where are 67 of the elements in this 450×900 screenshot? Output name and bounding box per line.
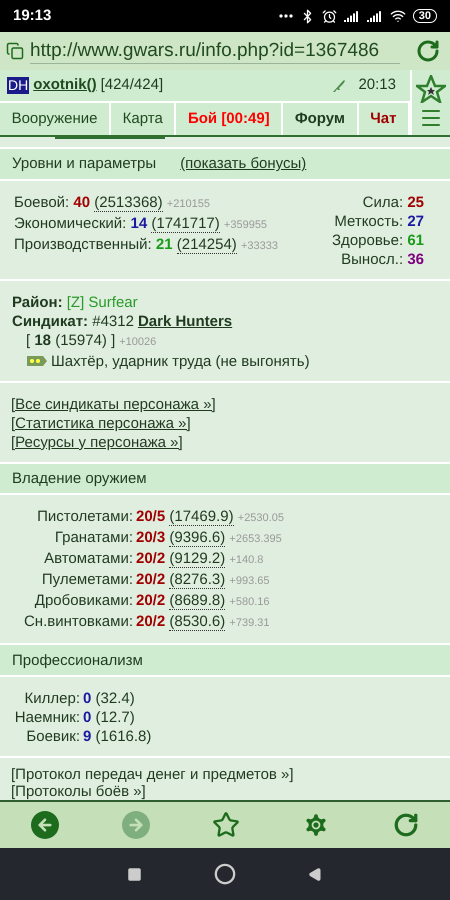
character-link[interactable]: [Статистика персонажа »] [11,414,191,433]
hp-text: [424/424] [100,75,164,96]
weapon-label: Пулеметами: [40,570,133,590]
level-row-text: Боевой: 40 (2513368) +210155 [14,192,211,214]
weapon-label: Пистолетами: [36,507,133,528]
rifle-icon [332,78,346,92]
back-nav-icon[interactable] [308,866,323,882]
weapon-label: Гранатами: [54,528,133,548]
weapon-label: Автоматами: [43,549,133,570]
recents-icon[interactable] [127,866,142,882]
weapon-value: 20/2 (9129.2) +140.8 [136,549,264,570]
nav-tab[interactable]: Чат [358,103,410,135]
signal-icon [344,10,360,22]
clan-logo: DH [7,77,30,94]
right-arrow-icon [126,816,145,834]
syndicate-link[interactable]: Dark Hunters [138,312,232,331]
stat-row: Здоровье: 61 [332,230,424,250]
profession-label: Киллер: [24,689,80,708]
character-link[interactable]: [Все синдикаты персонажа »] [11,394,216,414]
show-bonuses-link[interactable]: (показать бонусы) [180,154,306,174]
wifi-icon [390,8,406,24]
syndicate-gain: +10026 [119,334,156,350]
more-icon [278,14,293,18]
stat-row: Меткость: 27 [334,212,424,231]
rank-text: Шахтёр, ударник труда (не выгонять) [51,352,310,371]
tabs-icon[interactable] [6,42,24,60]
player-link[interactable]: oxotnik() [33,74,97,97]
rank-badge-icon [26,355,48,368]
star-button[interactable] [212,811,240,839]
weapon-value: 20/2 (8689.8) +580.16 [136,591,270,612]
profession-label: Боевик: [25,727,80,746]
back-button[interactable] [31,811,60,839]
nav-tab[interactable]: Форум [283,103,359,135]
syndicate-level: [ 18 (15974) ] [26,330,116,350]
reload-button[interactable] [392,812,419,838]
weapon-label: Сн.винтовками: [22,612,133,632]
battery-level: 30 [412,9,437,23]
weapon-value: 20/3 (9396.6) +2653.395 [136,528,283,550]
level-row: Производственный: 21 (214254) +33333 [14,234,278,256]
star-icon[interactable] [416,75,446,104]
weapon-label: Дробовиками: [34,591,133,612]
section-title: Уровни и параметры [12,154,156,174]
stat-row: Сила: 25 [362,192,424,212]
protocol-link[interactable]: [Протокол передач денег и предметов »] [11,766,294,784]
profession-value: 0 (32.4) [83,689,136,708]
stat-row: Выносл.: 36 [341,250,424,269]
section-title: Владение оружием [12,468,147,488]
reload-icon[interactable] [416,39,440,63]
clock-time: 19:13 [13,6,52,26]
weapon-value: 20/2 (8276.3) +993.65 [136,570,270,592]
nav-tab[interactable]: Карта [111,103,176,135]
signal-icon [366,10,383,22]
profession-value: 0 (12.7) [83,708,136,728]
weapon-value: 20/5 (17469.9) +2530.05 [136,507,285,528]
section-title: Профессионализм [12,650,143,670]
protocol-link[interactable]: [Протоколы боёв »] [11,783,146,800]
character-link[interactable]: [Ресурсы у персонажа »] [11,432,183,452]
level-row-text: Экономический: 14 (1741717) +359955 [14,214,268,235]
profession-label: Наемник: [14,708,80,728]
home-icon[interactable] [214,863,236,885]
alarm-icon [322,8,337,24]
nav-tab[interactable]: Вооружение [0,103,112,135]
district-text: Район: [Z] Surfear [12,292,139,312]
weapon-value: 20/2 (8530.6) +739.31 [136,612,270,634]
profession-value: 9 (1616.8) [83,727,152,746]
server-time: 20:13 [358,75,396,96]
syndicate-label: Синдикат: #4312 [12,312,134,331]
